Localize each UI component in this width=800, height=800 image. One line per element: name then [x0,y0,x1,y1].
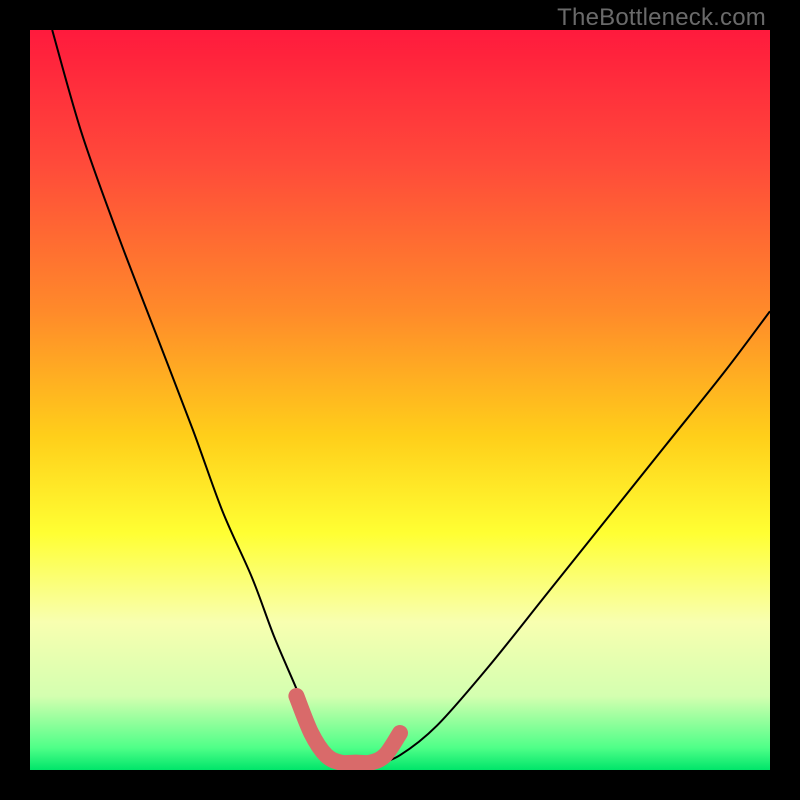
curve-overlay [30,30,770,770]
chart-frame: TheBottleneck.com [0,0,800,800]
plot-area [30,30,770,770]
bottleneck-curve [52,30,770,764]
watermark-text: TheBottleneck.com [557,4,766,32]
optimal-region-marker [296,696,400,763]
